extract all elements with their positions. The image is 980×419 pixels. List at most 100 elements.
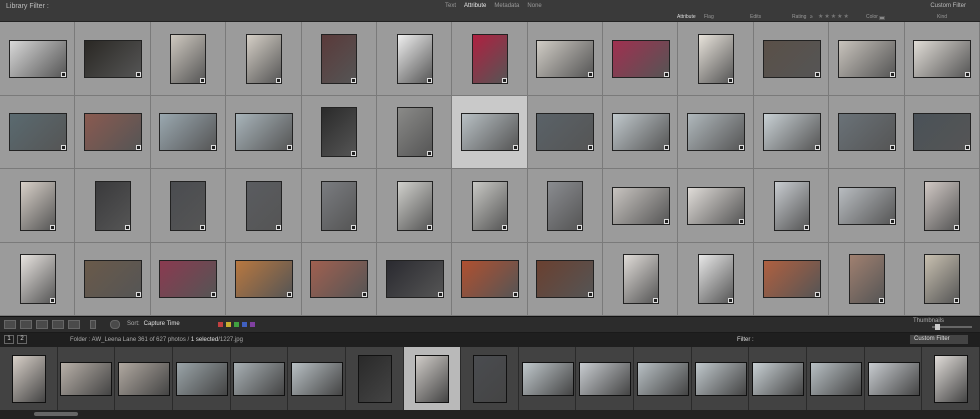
photo-thumbnail[interactable] bbox=[837, 39, 896, 78]
grid-cell[interactable] bbox=[904, 22, 980, 96]
filmstrip-cell[interactable] bbox=[576, 347, 635, 410]
tab-none[interactable]: None bbox=[527, 3, 541, 9]
photo-thumbnail[interactable] bbox=[471, 33, 508, 84]
grid-cell[interactable] bbox=[603, 95, 679, 169]
photo-thumbnail[interactable] bbox=[321, 107, 358, 158]
photo-thumbnail[interactable] bbox=[913, 39, 972, 78]
loupe-view-button[interactable] bbox=[20, 320, 32, 329]
grid-cell[interactable] bbox=[301, 95, 377, 169]
compare-view-button[interactable] bbox=[36, 320, 48, 329]
filmstrip-scrollbar[interactable] bbox=[0, 410, 980, 419]
filmstrip-cell[interactable] bbox=[172, 347, 231, 410]
photo-thumbnail[interactable] bbox=[84, 260, 143, 299]
photo-thumbnail[interactable] bbox=[611, 186, 670, 225]
photo-thumbnail[interactable] bbox=[460, 113, 519, 152]
grid-cell[interactable] bbox=[226, 22, 302, 96]
photo-thumbnail[interactable] bbox=[8, 113, 67, 152]
grid-cell[interactable] bbox=[904, 169, 980, 243]
survey-view-button[interactable] bbox=[52, 320, 64, 329]
grid-cell[interactable] bbox=[301, 242, 377, 316]
color-filter-swatch[interactable] bbox=[879, 16, 885, 20]
filmstrip-thumbnail[interactable] bbox=[867, 361, 920, 396]
photo-thumbnail[interactable] bbox=[762, 260, 821, 299]
grid-cell[interactable] bbox=[301, 22, 377, 96]
grid-cell[interactable] bbox=[226, 169, 302, 243]
sort-control[interactable]: Sort: Capture Time bbox=[127, 321, 180, 327]
filmstrip-thumbnail[interactable] bbox=[175, 361, 228, 396]
photo-thumbnail[interactable] bbox=[622, 254, 659, 305]
filmstrip-cell[interactable] bbox=[691, 347, 750, 410]
photo-thumbnail[interactable] bbox=[234, 113, 293, 152]
grid-cell[interactable] bbox=[376, 242, 453, 316]
photo-thumbnail[interactable] bbox=[698, 33, 735, 84]
photo-thumbnail[interactable] bbox=[396, 107, 433, 158]
filmstrip-scroll-thumb[interactable] bbox=[34, 412, 78, 416]
grid-cell[interactable] bbox=[301, 169, 377, 243]
filmstrip-cell[interactable] bbox=[403, 347, 462, 410]
grid-cell[interactable] bbox=[753, 242, 830, 316]
photo-thumbnail[interactable] bbox=[19, 254, 56, 305]
photo-thumbnail[interactable] bbox=[913, 113, 972, 152]
grid-cell[interactable] bbox=[678, 242, 754, 316]
primary-window-button[interactable]: 1 bbox=[4, 335, 14, 344]
filmstrip-thumbnail[interactable] bbox=[694, 361, 747, 396]
color-label-button[interactable] bbox=[234, 322, 239, 327]
photo-thumbnail[interactable] bbox=[848, 254, 885, 305]
rating-operator[interactable]: ≥ bbox=[810, 14, 813, 20]
grid-cell[interactable] bbox=[452, 242, 528, 316]
photo-thumbnail[interactable] bbox=[762, 113, 821, 152]
grid-cell[interactable] bbox=[150, 242, 227, 316]
photo-thumbnail[interactable] bbox=[84, 113, 143, 152]
filmstrip-cell[interactable] bbox=[0, 347, 58, 410]
color-label-button[interactable] bbox=[242, 322, 247, 327]
grid-cell[interactable] bbox=[376, 95, 453, 169]
grid-cell[interactable] bbox=[452, 22, 528, 96]
grid-cell[interactable] bbox=[376, 169, 453, 243]
grid-cell[interactable] bbox=[0, 169, 76, 243]
grid-cell[interactable] bbox=[75, 22, 151, 96]
photo-thumbnail[interactable] bbox=[687, 113, 746, 152]
photo-thumbnail[interactable] bbox=[687, 186, 746, 225]
grid-cell[interactable] bbox=[0, 22, 76, 96]
photo-thumbnail[interactable] bbox=[19, 180, 56, 231]
photo-thumbnail[interactable] bbox=[762, 39, 821, 78]
photo-thumbnail[interactable] bbox=[321, 33, 358, 84]
filmstrip-cell[interactable] bbox=[115, 347, 173, 410]
grid-cell[interactable] bbox=[829, 22, 905, 96]
grid-cell[interactable] bbox=[527, 242, 604, 316]
source-path[interactable]: Folder : AW_Leena Lane 361 of 627 photos… bbox=[70, 337, 243, 343]
photo-thumbnail[interactable] bbox=[170, 33, 207, 84]
thumbnails-slider-handle[interactable] bbox=[935, 324, 940, 330]
grid-cell[interactable] bbox=[678, 22, 754, 96]
grid-cell[interactable] bbox=[904, 242, 980, 316]
filmstrip-thumbnail[interactable] bbox=[233, 361, 286, 396]
photo-thumbnail[interactable] bbox=[773, 180, 810, 231]
filmstrip-cell[interactable] bbox=[345, 347, 404, 410]
grid-cell[interactable] bbox=[376, 22, 453, 96]
filmstrip-thumbnail[interactable] bbox=[636, 361, 689, 396]
filmstrip-cell[interactable] bbox=[864, 347, 923, 410]
filter-preset-dropdown[interactable]: Custom Filter bbox=[930, 3, 966, 9]
grid-cell[interactable] bbox=[226, 242, 302, 316]
grid-cell[interactable] bbox=[226, 95, 302, 169]
people-view-button[interactable] bbox=[68, 320, 80, 329]
filmstrip-thumbnail[interactable] bbox=[11, 354, 46, 403]
photo-thumbnail[interactable] bbox=[471, 180, 508, 231]
photo-thumbnail[interactable] bbox=[547, 180, 584, 231]
secondary-window-button[interactable]: 2 bbox=[17, 335, 27, 344]
color-label-button[interactable] bbox=[250, 322, 255, 327]
grid-cell[interactable] bbox=[603, 242, 679, 316]
photo-thumbnail[interactable] bbox=[321, 180, 358, 231]
photo-thumbnail[interactable] bbox=[611, 113, 670, 152]
grid-cell[interactable] bbox=[452, 169, 528, 243]
grid-cell[interactable] bbox=[829, 95, 905, 169]
filmstrip-cell[interactable] bbox=[518, 347, 577, 410]
spray-can-icon[interactable] bbox=[90, 320, 96, 329]
filmstrip-thumbnail[interactable] bbox=[118, 361, 171, 396]
filmstrip-cell[interactable] bbox=[922, 347, 980, 410]
grid-cell[interactable] bbox=[678, 169, 754, 243]
color-label-button[interactable] bbox=[218, 322, 223, 327]
photo-thumbnail[interactable] bbox=[385, 260, 444, 299]
grid-cell[interactable] bbox=[753, 95, 830, 169]
filmstrip-cell[interactable] bbox=[230, 347, 289, 410]
